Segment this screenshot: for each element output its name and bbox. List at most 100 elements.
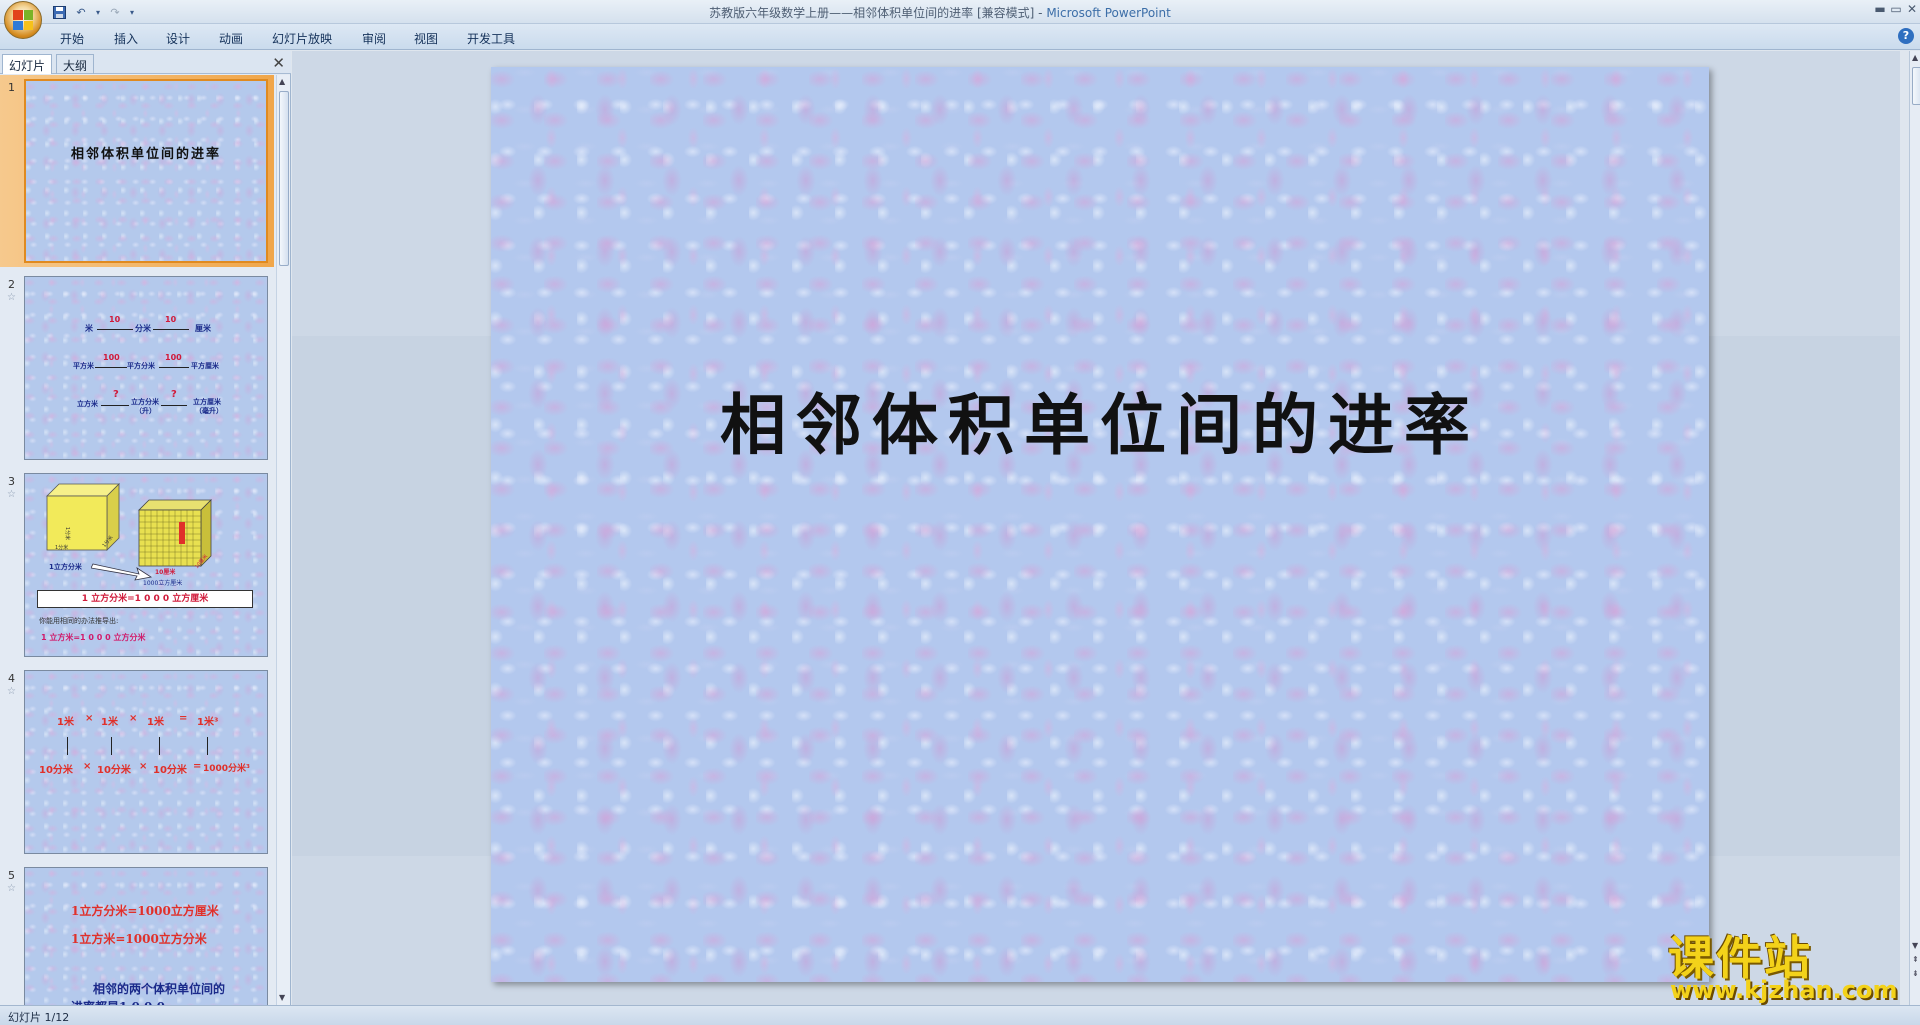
office-logo-icon	[13, 10, 33, 30]
slide-thumbnail-5[interactable]: 5 ☆ 1立方分米=1000立方厘米 1立方米=1000立方分米 相邻的两个体积…	[0, 863, 274, 1006]
hint-text: 你能用相同的办法推导出:	[39, 617, 119, 625]
tab-developer[interactable]: 开发工具	[467, 30, 515, 47]
cube-label: 10厘米	[155, 569, 176, 576]
slide-title[interactable]: 相邻体积单位间的进率	[491, 372, 1709, 468]
slide-thumbnail-3[interactable]: 3 ☆ 1分米 1分米 1分米 1立方分米 10厘米 10厘米 1000立方厘米…	[0, 469, 274, 661]
unit-label: 分米	[135, 324, 151, 333]
tab-insert[interactable]: 插入	[114, 30, 138, 47]
scroll-up-icon[interactable]: ▲	[279, 77, 285, 86]
question-mark: ?	[171, 389, 177, 400]
help-icon[interactable]: ?	[1898, 28, 1914, 44]
tab-slideshow[interactable]: 幻灯片放映	[272, 30, 332, 47]
result-text: 1 立方米=1 0 0 0 立方分米	[41, 633, 146, 642]
conclusion-text: 相邻的两个体积单位间的	[93, 982, 226, 996]
slide-preview[interactable]: 米 10 分米 10 厘米 平方米 100 平方分米 100 平方厘米 立方米 …	[24, 276, 268, 460]
unit-label: 厘米	[195, 324, 211, 333]
current-slide[interactable]: 相邻体积单位间的进率	[491, 67, 1709, 982]
editor-scrollbar[interactable]: ▲ ▼ ⇞ ⇟	[1909, 51, 1920, 1006]
slide-thumbnail-4[interactable]: 4 ☆ 1米 × 1米 × 1米 = 1米³ 10分米 × 10分米 × 10分…	[0, 666, 274, 858]
rule-text: 1立方米=1000立方分米	[71, 932, 207, 946]
minimize-button[interactable]: ▬	[1872, 2, 1888, 16]
watermark-logo: 课件站 www.kjzhan.com	[1668, 922, 1900, 1004]
scroll-down-icon[interactable]: ▼	[279, 993, 285, 1002]
close-icon[interactable]: ✕	[272, 54, 285, 72]
equation-op: ×	[85, 713, 94, 724]
scroll-up-icon[interactable]: ▲	[1912, 53, 1918, 62]
slide-title-text: 相邻体积单位间的进率	[70, 147, 221, 162]
slide-texture	[491, 67, 1709, 982]
tab-slides[interactable]: 幻灯片	[2, 54, 53, 74]
divider	[159, 367, 189, 368]
ratio-label: 100	[165, 353, 182, 362]
unit-label: 立方米	[77, 400, 98, 408]
formula-box: 1 立方分米=1 0 0 0 立方厘米	[37, 590, 253, 608]
pane-tabs: 幻灯片 大纲 ✕	[0, 51, 291, 74]
slide-number: 2	[8, 278, 15, 291]
equation-term: 10分米	[153, 765, 187, 776]
slide-editor: 相邻体积单位间的进率 ▲ ▼ ⇞ ⇟	[292, 51, 1920, 1006]
tab-home[interactable]: 开始	[60, 30, 84, 47]
restore-button[interactable]: ▭	[1888, 2, 1904, 16]
equation-op: ×	[129, 713, 138, 724]
unit-label: 平方厘米	[191, 362, 219, 370]
slide-preview[interactable]: 1米 × 1米 × 1米 = 1米³ 10分米 × 10分米 × 10分米 = …	[24, 670, 268, 854]
cube-label: 1000立方厘米	[143, 580, 183, 587]
watermark-url: www.kjzhan.com	[1670, 976, 1898, 1004]
rule-text: 1立方分米=1000立方厘米	[71, 904, 219, 918]
scrollbar-thumb[interactable]	[279, 91, 289, 266]
close-button[interactable]: ✕	[1904, 2, 1920, 16]
slide-number: 1	[8, 81, 15, 94]
thumbnail-scrollbar[interactable]: ▲ ▼	[276, 75, 290, 1006]
slide-preview[interactable]: 1立方分米=1000立方厘米 1立方米=1000立方分米 相邻的两个体积单位间的…	[24, 867, 268, 1006]
animation-star-icon: ☆	[7, 686, 16, 697]
ratio-label: 100	[103, 353, 120, 362]
divider	[97, 329, 133, 330]
title-bar: ↶ ▾ ↷ ▾ 苏教版六年级数学上册——相邻体积单位间的进率 [兼容模式] - …	[0, 0, 1920, 24]
animation-star-icon: ☆	[7, 292, 16, 303]
unit-sub-label: （升）	[135, 407, 156, 415]
office-button[interactable]	[4, 1, 42, 39]
cube-label: 1立方分米	[49, 563, 82, 571]
equation-term: 1米	[57, 717, 74, 728]
divider	[95, 367, 127, 368]
divider	[101, 405, 129, 406]
side-label: 1分米	[55, 545, 69, 551]
scroll-down-icon[interactable]: ▼	[1912, 941, 1918, 950]
unit-label: 平方分米	[127, 362, 155, 370]
ratio-label: 10	[109, 315, 121, 324]
equation-term: 10分米	[39, 765, 73, 776]
animation-star-icon: ☆	[7, 883, 16, 894]
side-label: 1分米	[64, 526, 71, 541]
window-title: 苏教版六年级数学上册——相邻体积单位间的进率 [兼容模式] - Microsof…	[709, 6, 1171, 20]
unit-label: 米	[85, 324, 93, 333]
next-slide-icon[interactable]: ⇟	[1912, 969, 1919, 978]
arrow-line	[67, 737, 68, 755]
tab-view[interactable]: 视图	[414, 30, 438, 47]
previous-slide-icon[interactable]: ⇞	[1912, 955, 1919, 964]
arrow-line	[159, 737, 160, 755]
tab-outline[interactable]: 大纲	[56, 54, 95, 74]
arrow-line	[111, 737, 112, 755]
ratio-label: 10	[165, 315, 177, 324]
equation-term: 10分米	[97, 765, 131, 776]
slides-pane: 幻灯片 大纲 ✕ 1 相邻体积单位间的进率 2 ☆ 米 10 分米 10 厘米 …	[0, 51, 291, 1006]
equation-op: ×	[139, 761, 148, 772]
slide-thumbnail-1[interactable]: 1 相邻体积单位间的进率	[0, 75, 274, 267]
scrollbar-thumb[interactable]	[1912, 67, 1920, 105]
tab-animations[interactable]: 动画	[219, 30, 243, 47]
equation-op: ×	[83, 761, 92, 772]
tab-review[interactable]: 审阅	[362, 30, 386, 47]
equation-term: 1米	[147, 717, 164, 728]
slide-preview[interactable]: 相邻体积单位间的进率	[24, 79, 268, 263]
slide-number: 3	[8, 475, 15, 488]
equation-term: 1米³	[197, 717, 219, 728]
tab-design[interactable]: 设计	[166, 30, 190, 47]
slide-thumbnail-2[interactable]: 2 ☆ 米 10 分米 10 厘米 平方米 100 平方分米 100 平方厘米 …	[0, 272, 274, 464]
unit-label: 平方米	[73, 362, 94, 370]
ribbon-tabs: 开始 插入 设计 动画 幻灯片放映 审阅 视图 开发工具 ?	[0, 24, 1920, 50]
slide-number: 4	[8, 672, 15, 685]
equation-term: 1米	[101, 717, 118, 728]
slide-preview[interactable]: 1分米 1分米 1分米 1立方分米 10厘米 10厘米 1000立方厘米 1 立…	[24, 473, 268, 657]
equation-term: 1000分米³	[203, 764, 250, 774]
divider	[153, 329, 189, 330]
